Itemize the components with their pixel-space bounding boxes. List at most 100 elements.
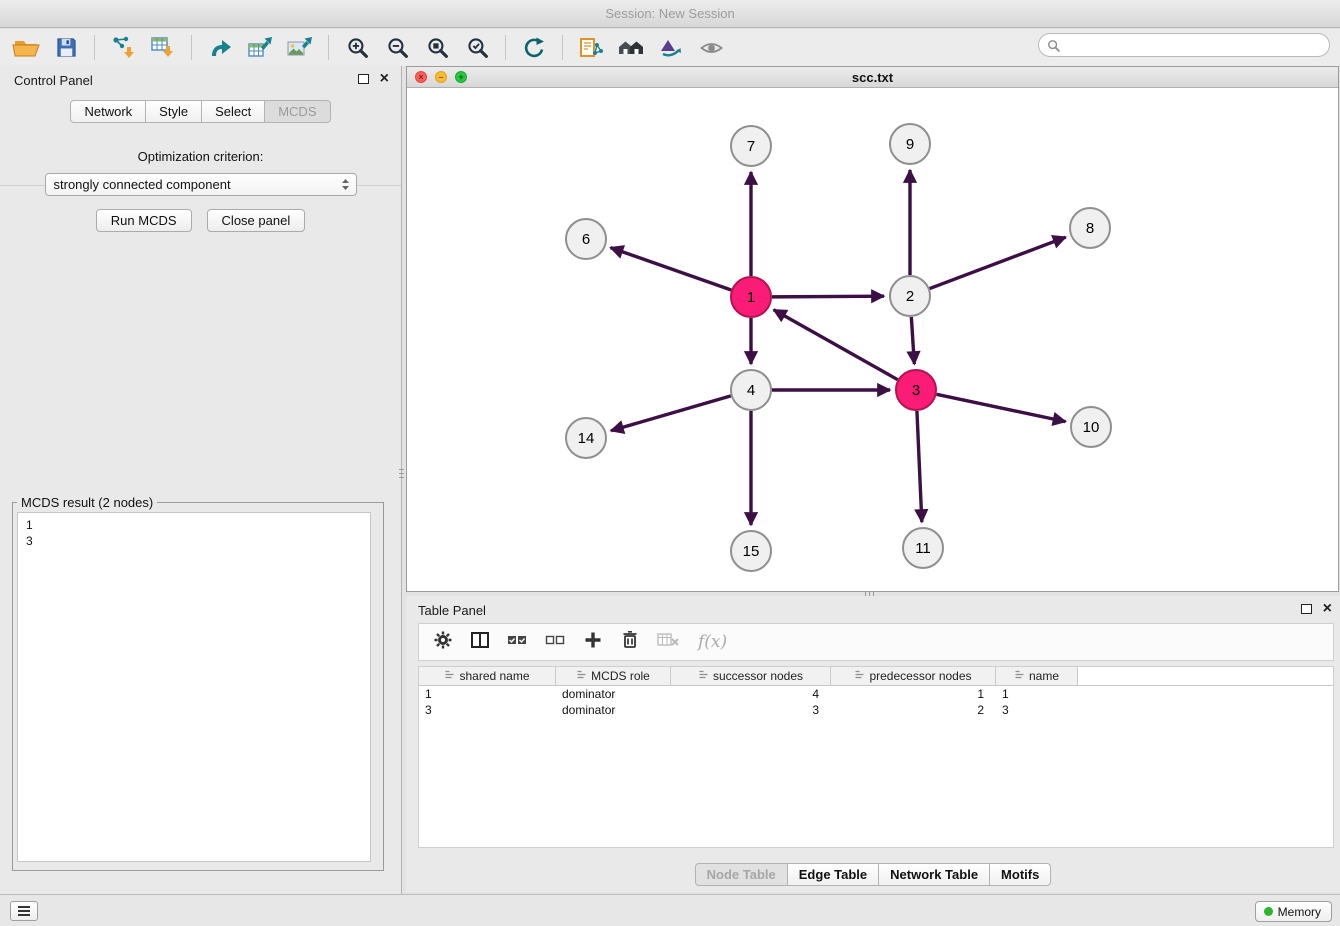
float-panel-icon[interactable] [1301, 604, 1312, 614]
optimization-criterion-select[interactable]: strongly connected component [45, 173, 357, 196]
table-cell[interactable]: 1 [996, 686, 1078, 702]
task-history-icon[interactable] [10, 901, 38, 921]
split-view-icon[interactable] [470, 630, 490, 655]
column-header-MCDS-role[interactable]: MCDS role [556, 667, 671, 685]
svg-text:14: 14 [578, 430, 595, 447]
graph-edge-1-6[interactable] [611, 248, 732, 290]
mcds-result-box: MCDS result (2 nodes) 13 [12, 495, 384, 871]
column-header-name[interactable]: name [996, 667, 1078, 685]
memory-button[interactable]: Memory [1255, 901, 1332, 922]
graph-edge-1-2[interactable] [772, 296, 884, 297]
graph-node-15[interactable]: 15 [731, 531, 771, 571]
graph-node-10[interactable]: 10 [1071, 407, 1111, 447]
graph-node-2[interactable]: 2 [890, 276, 930, 316]
svg-text:7: 7 [747, 138, 755, 155]
import-network-icon[interactable] [103, 32, 143, 64]
network-graph-svg[interactable]: 7 9 6 8 1 2 4 3 10 14 11 15 [407, 88, 1338, 591]
table-toolbar: f(x) [418, 623, 1334, 661]
graph-node-4[interactable]: 4 [731, 370, 771, 410]
table-cell[interactable]: dominator [556, 702, 671, 718]
vertical-resize-handle[interactable] [398, 460, 405, 486]
table-cell[interactable]: 2 [831, 702, 996, 718]
table-row[interactable]: 1dominator411 [419, 686, 1333, 702]
sort-icon [854, 669, 865, 683]
tab-network-table[interactable]: Network Table [878, 863, 990, 886]
export-table-icon[interactable] [240, 32, 280, 64]
graph-node-9[interactable]: 9 [890, 124, 930, 164]
tab-select[interactable]: Select [201, 100, 265, 123]
svg-text:1: 1 [747, 289, 755, 306]
export-image-icon[interactable] [280, 32, 320, 64]
show-hide-icon[interactable] [691, 32, 731, 64]
delete-column-icon[interactable] [620, 629, 640, 655]
export-network-icon[interactable] [200, 32, 240, 64]
column-header-successor-nodes[interactable]: successor nodes [671, 667, 831, 685]
table-cell[interactable]: 3 [996, 702, 1078, 718]
graph-node-8[interactable]: 8 [1070, 208, 1110, 248]
select-all-checkboxes-icon[interactable] [507, 630, 528, 655]
delete-table-icon[interactable] [657, 631, 681, 654]
deselect-all-checkboxes-icon[interactable] [545, 630, 566, 655]
float-panel-icon[interactable] [358, 74, 369, 84]
function-builder-icon[interactable]: f(x) [698, 632, 727, 652]
close-window-button[interactable]: × [415, 71, 427, 83]
toolbar-separator [562, 35, 563, 60]
column-header-predecessor-nodes[interactable]: predecessor nodes [831, 667, 996, 685]
apply-style-icon[interactable] [651, 32, 691, 64]
zoom-in-icon[interactable] [337, 32, 377, 64]
open-icon[interactable] [6, 32, 46, 64]
settings-icon[interactable] [433, 630, 453, 655]
add-column-icon[interactable] [583, 630, 603, 655]
graph-edge-3-11[interactable] [917, 411, 922, 522]
search-icon [1047, 39, 1060, 52]
table-cell[interactable]: 3 [671, 702, 831, 718]
mcds-result-item[interactable]: 1 [18, 517, 370, 533]
graph-node-11[interactable]: 11 [903, 528, 943, 568]
sort-icon [444, 669, 455, 683]
first-neighbors-icon[interactable] [611, 32, 651, 64]
zoom-selected-icon[interactable] [457, 32, 497, 64]
mcds-result-item[interactable]: 3 [18, 533, 370, 549]
zoom-out-icon[interactable] [377, 32, 417, 64]
graph-node-1[interactable]: 1 [731, 277, 771, 317]
tab-motifs[interactable]: Motifs [989, 863, 1051, 886]
tab-mcds[interactable]: MCDS [264, 100, 330, 123]
svg-text:3: 3 [912, 382, 920, 399]
run-mcds-button[interactable]: Run MCDS [96, 209, 192, 232]
graph-node-7[interactable]: 7 [731, 126, 771, 166]
graph-node-14[interactable]: 14 [566, 418, 606, 458]
table-row[interactable]: 3dominator323 [419, 702, 1333, 718]
graph-edge-3-10[interactable] [937, 394, 1066, 421]
graph-edge-3-1[interactable] [774, 310, 898, 380]
minimize-window-button[interactable]: – [435, 71, 447, 83]
close-panel-icon[interactable]: × [1323, 599, 1332, 619]
tab-edge-table[interactable]: Edge Table [787, 863, 879, 886]
tab-style[interactable]: Style [145, 100, 202, 123]
table-cell[interactable]: 4 [671, 686, 831, 702]
zoom-fit-icon[interactable] [417, 32, 457, 64]
graph-node-6[interactable]: 6 [566, 219, 606, 259]
graph-node-3[interactable]: 3 [896, 370, 936, 410]
search-box[interactable] [1038, 33, 1330, 57]
table-cell[interactable]: dominator [556, 686, 671, 702]
tab-network[interactable]: Network [70, 100, 146, 123]
close-panel-icon[interactable]: × [380, 69, 389, 89]
close-panel-button[interactable]: Close panel [207, 209, 306, 232]
apply-layout-icon[interactable] [571, 32, 611, 64]
import-table-icon[interactable] [143, 32, 183, 64]
tab-node-table[interactable]: Node Table [695, 863, 788, 886]
search-input[interactable] [1065, 36, 1329, 54]
refresh-icon[interactable] [514, 32, 554, 64]
graph-edge-2-8[interactable] [930, 237, 1066, 288]
table-cell[interactable]: 1 [831, 686, 996, 702]
save-icon[interactable] [46, 32, 86, 64]
table-cell[interactable]: 3 [419, 702, 556, 718]
mcds-result-list[interactable]: 13 [17, 512, 371, 862]
table-cell[interactable]: 1 [419, 686, 556, 702]
graph-edge-4-14[interactable] [611, 396, 731, 431]
column-header-shared-name[interactable]: shared name [419, 667, 556, 685]
horizontal-resize-handle[interactable] [856, 591, 882, 596]
graph-edge-2-3[interactable] [911, 317, 914, 364]
zoom-window-button[interactable]: + [455, 71, 467, 83]
control-panel: Control Panel × NetworkStyleSelectMCDS O… [0, 66, 402, 894]
